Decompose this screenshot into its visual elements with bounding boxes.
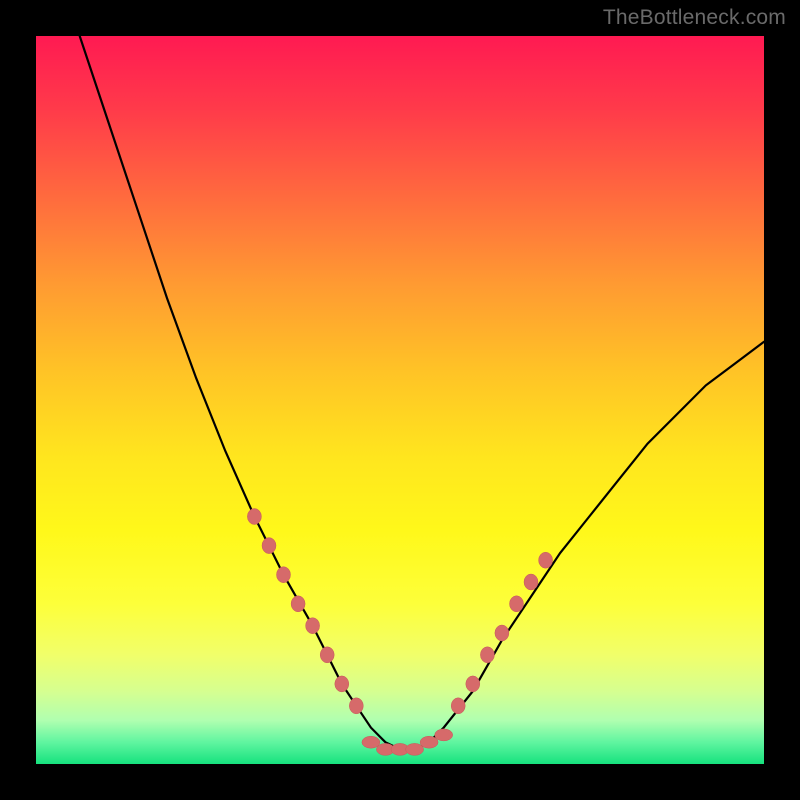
chart-container: TheBottleneck.com: [0, 0, 800, 800]
watermark-label: TheBottleneck.com: [603, 6, 786, 30]
bottleneck-curve-path: [80, 36, 764, 749]
data-marker: [262, 538, 276, 554]
data-marker: [335, 676, 349, 692]
data-marker: [291, 596, 305, 612]
data-marker: [320, 647, 334, 663]
bottleneck-curve-svg: [36, 36, 764, 764]
marker-group: [247, 509, 552, 756]
data-marker: [451, 698, 465, 714]
data-marker: [420, 736, 438, 748]
data-marker: [306, 618, 320, 634]
data-marker: [362, 736, 380, 748]
data-marker: [539, 552, 553, 568]
data-marker: [277, 567, 291, 583]
data-marker: [349, 698, 363, 714]
data-marker: [466, 676, 480, 692]
data-marker: [495, 625, 509, 641]
data-marker: [435, 729, 453, 741]
data-marker: [247, 509, 261, 525]
data-marker: [510, 596, 524, 612]
data-marker: [480, 647, 494, 663]
plot-area: [36, 36, 764, 764]
data-marker: [406, 743, 424, 755]
data-marker: [524, 574, 538, 590]
